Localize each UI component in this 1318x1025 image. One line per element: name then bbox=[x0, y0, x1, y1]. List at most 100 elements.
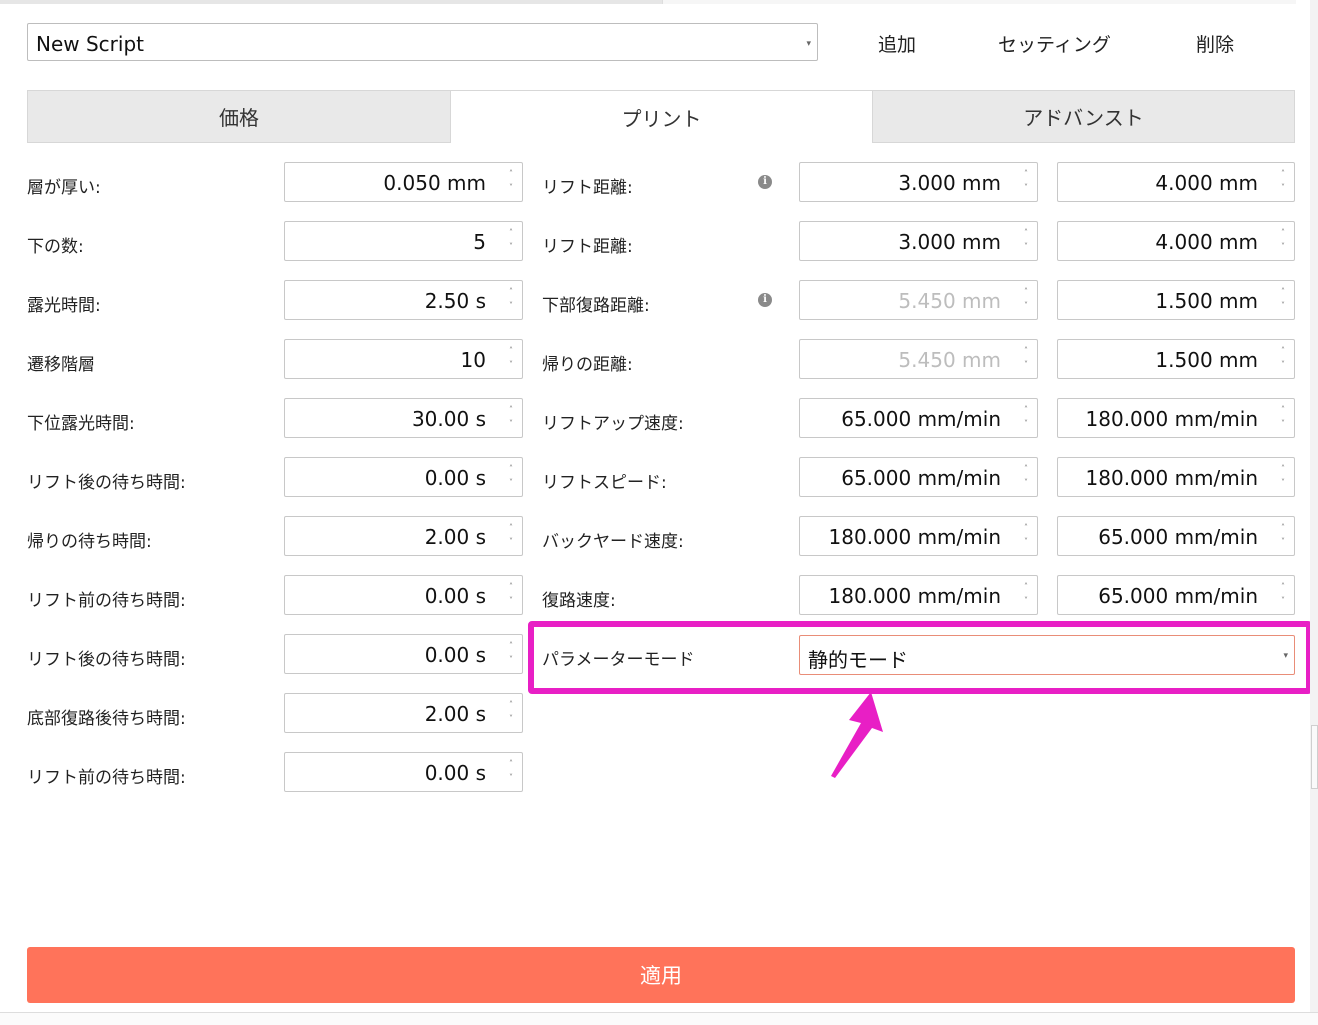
number-field[interactable]: 0.00 s ˄ ˅ bbox=[284, 575, 523, 615]
field-value: 5 bbox=[473, 230, 486, 254]
field-value: 4.000 mm bbox=[1155, 171, 1258, 195]
number-field[interactable]: 3.000 mm ˄ ˅ bbox=[799, 221, 1038, 261]
apply-button[interactable]: 適用 bbox=[27, 947, 1295, 1003]
param-label: リフトアップ速度: bbox=[542, 414, 684, 434]
spinner-arrows-icon[interactable]: ˄ ˅ bbox=[506, 285, 516, 315]
number-field[interactable]: 65.000 mm/min ˄ ˅ bbox=[1057, 575, 1295, 615]
field-value: 0.00 s bbox=[424, 643, 486, 667]
spinner-arrows-icon: ˄ ˅ bbox=[1024, 287, 1028, 310]
spinner-arrows-icon[interactable]: ˄ ˅ bbox=[506, 639, 516, 669]
number-field[interactable]: 3.000 mm ˄ ˅ bbox=[799, 162, 1038, 202]
bottom-edge bbox=[0, 1012, 1318, 1025]
field-value: 180.000 mm/min bbox=[1085, 466, 1258, 490]
field-value: 65.000 mm/min bbox=[841, 407, 1001, 431]
spinner-arrows-icon[interactable]: ˄ ˅ bbox=[1021, 226, 1031, 256]
number-field-disabled: 5.450 mm ˄ ˅ bbox=[799, 280, 1038, 320]
number-field[interactable]: 1.500 mm ˄ ˅ bbox=[1057, 280, 1295, 320]
spinner-arrows-icon[interactable]: ˄ ˅ bbox=[506, 403, 516, 433]
spinner-arrows-icon[interactable]: ˄ ˅ bbox=[1278, 580, 1288, 610]
settings-button[interactable]: セッティング bbox=[998, 30, 1111, 57]
number-field[interactable]: 10 ˄ ˅ bbox=[284, 339, 523, 379]
spinner-arrows-icon[interactable]: ˄ ˅ bbox=[1278, 344, 1288, 374]
number-field[interactable]: 0.00 s ˄ ˅ bbox=[284, 634, 523, 674]
spinner-arrows-icon[interactable]: ˄ ˅ bbox=[506, 698, 516, 728]
spinner-arrows-icon: ˄ ˅ bbox=[1024, 346, 1028, 369]
spinner-arrows-icon[interactable]: ˄ ˅ bbox=[1278, 167, 1288, 197]
info-icon[interactable]: i bbox=[758, 175, 772, 189]
spinner-arrows-icon[interactable]: ˄ ˅ bbox=[506, 462, 516, 492]
spinner-arrows-icon[interactable]: ˄ ˅ bbox=[1021, 403, 1031, 433]
spinner-arrows-icon[interactable]: ˄ ˅ bbox=[1021, 167, 1031, 197]
field-value: 0.00 s bbox=[424, 466, 486, 490]
spinner-arrows-icon[interactable]: ˄ ˅ bbox=[1021, 462, 1031, 492]
number-field[interactable]: 5 ˄ ˅ bbox=[284, 221, 523, 261]
number-field[interactable]: 0.050 mm ˄ ˅ bbox=[284, 162, 523, 202]
field-value: 0.00 s bbox=[424, 761, 486, 785]
spinner-arrows-icon[interactable]: ˄ ˅ bbox=[1278, 285, 1288, 315]
field-value: 2.00 s bbox=[424, 702, 486, 726]
number-field[interactable]: 0.00 s ˄ ˅ bbox=[284, 752, 523, 792]
param-label: 下位露光時間: bbox=[27, 414, 135, 434]
number-field[interactable]: 180.000 mm/min ˄ ˅ bbox=[1057, 457, 1295, 497]
field-value: 0.00 s bbox=[424, 584, 486, 608]
spinner-arrows-icon[interactable]: ˄ ˅ bbox=[1021, 580, 1031, 610]
number-field[interactable]: 180.000 mm/min ˄ ˅ bbox=[799, 575, 1038, 615]
info-icon[interactable]: i bbox=[758, 293, 772, 307]
field-value: 3.000 mm bbox=[898, 230, 1001, 254]
spinner-arrows-icon[interactable]: ˄ ˅ bbox=[1278, 226, 1288, 256]
param-label: 下部復路距離: bbox=[542, 296, 650, 316]
top-tab-strip-right[interactable] bbox=[662, 0, 1296, 4]
spinner-arrows-icon[interactable]: ˄ ˅ bbox=[506, 344, 516, 374]
param-label: 帰りの待ち時間: bbox=[27, 532, 152, 552]
number-field[interactable]: 4.000 mm ˄ ˅ bbox=[1057, 162, 1295, 202]
number-field[interactable]: 180.000 mm/min ˄ ˅ bbox=[799, 516, 1038, 556]
number-field[interactable]: 0.00 s ˄ ˅ bbox=[284, 457, 523, 497]
delete-button[interactable]: 削除 bbox=[1196, 30, 1234, 57]
number-field[interactable]: 65.000 mm/min ˄ ˅ bbox=[799, 398, 1038, 438]
top-tab-strip-left[interactable] bbox=[0, 0, 662, 4]
number-field[interactable]: 65.000 mm/min ˄ ˅ bbox=[1057, 516, 1295, 556]
number-field[interactable]: 2.00 s ˄ ˅ bbox=[284, 516, 523, 556]
tab-bar: 価格 プリント アドバンスト bbox=[27, 90, 1295, 144]
param-label: バックヤード速度: bbox=[542, 532, 684, 552]
spinner-arrows-icon[interactable]: ˄ ˅ bbox=[1021, 521, 1031, 551]
field-value: 65.000 mm/min bbox=[841, 466, 1001, 490]
spinner-arrows-icon[interactable]: ˄ ˅ bbox=[506, 521, 516, 551]
field-value: 10 bbox=[460, 348, 486, 372]
param-label: 層が厚い: bbox=[27, 178, 101, 198]
field-value: 4.000 mm bbox=[1155, 230, 1258, 254]
number-field[interactable]: 30.00 s ˄ ˅ bbox=[284, 398, 523, 438]
param-label: 下の数: bbox=[27, 237, 84, 257]
resize-handle[interactable] bbox=[1311, 725, 1318, 789]
spinner-arrows-icon[interactable]: ˄ ˅ bbox=[506, 226, 516, 256]
number-field[interactable]: 180.000 mm/min ˄ ˅ bbox=[1057, 398, 1295, 438]
param-label: 帰りの距離: bbox=[542, 355, 633, 375]
spinner-arrows-icon[interactable]: ˄ ˅ bbox=[506, 757, 516, 787]
highlight-box bbox=[528, 621, 1312, 694]
field-value: 30.00 s bbox=[411, 407, 486, 431]
number-field[interactable]: 1.500 mm ˄ ˅ bbox=[1057, 339, 1295, 379]
tab-advanced[interactable]: アドバンスト bbox=[872, 90, 1295, 143]
param-label: 復路速度: bbox=[542, 591, 616, 611]
number-field[interactable]: 65.000 mm/min ˄ ˅ bbox=[799, 457, 1038, 497]
field-value: 2.50 s bbox=[424, 289, 486, 313]
spinner-arrows-icon[interactable]: ˄ ˅ bbox=[1278, 403, 1288, 433]
field-value: 180.000 mm/min bbox=[828, 584, 1001, 608]
number-field[interactable]: 2.00 s ˄ ˅ bbox=[284, 693, 523, 733]
spinner-arrows-icon[interactable]: ˄ ˅ bbox=[1278, 521, 1288, 551]
pointer-arrow-icon bbox=[831, 692, 883, 778]
spinner-arrows-icon[interactable]: ˄ ˅ bbox=[506, 167, 516, 197]
param-label: 露光時間: bbox=[27, 296, 101, 316]
script-select[interactable]: New Script ▾ bbox=[27, 23, 818, 61]
tab-print[interactable]: プリント bbox=[450, 90, 873, 143]
number-field[interactable]: 2.50 s ˄ ˅ bbox=[284, 280, 523, 320]
spinner-arrows-icon[interactable]: ˄ ˅ bbox=[1278, 462, 1288, 492]
field-value: 1.500 mm bbox=[1155, 289, 1258, 313]
field-value: 180.000 mm/min bbox=[828, 525, 1001, 549]
tab-price[interactable]: 価格 bbox=[27, 90, 451, 143]
spinner-arrows-icon[interactable]: ˄ ˅ bbox=[506, 580, 516, 610]
number-field[interactable]: 4.000 mm ˄ ˅ bbox=[1057, 221, 1295, 261]
param-label: リフト前の待ち時間: bbox=[27, 591, 186, 611]
param-label: リフトスピード: bbox=[542, 473, 667, 493]
add-button[interactable]: 追加 bbox=[878, 30, 916, 57]
